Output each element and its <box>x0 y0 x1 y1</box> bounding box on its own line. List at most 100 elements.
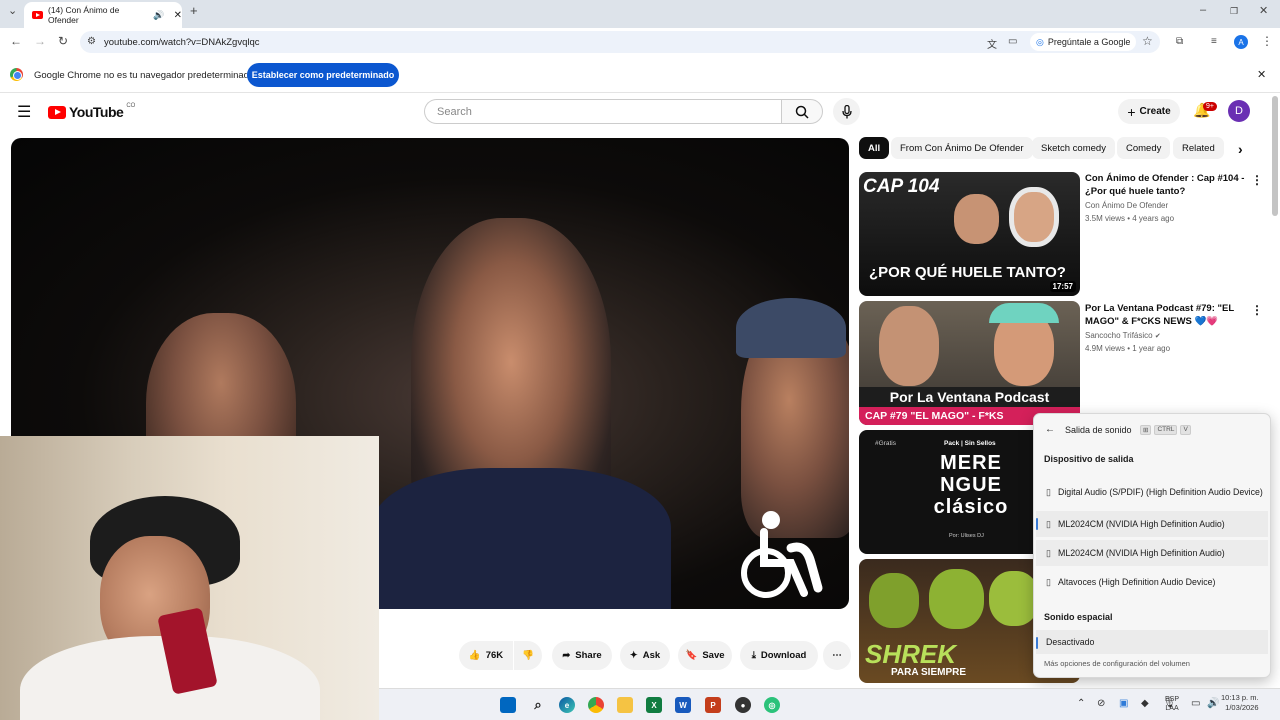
restore-icon[interactable]: ❐ <box>1230 6 1238 17</box>
obs-icon[interactable]: ● <box>735 697 751 713</box>
rec-thumb-3-tag: #Gratis <box>875 440 896 447</box>
chip-all[interactable]: All <box>859 137 890 159</box>
dislike-button[interactable]: 👎 <box>514 641 542 670</box>
chip-sketch-comedy[interactable]: Sketch comedy <box>1032 137 1115 159</box>
more-volume-settings-link[interactable]: Más opciones de configuración del volume… <box>1044 659 1190 668</box>
ask-button[interactable]: ✦ Ask <box>620 641 670 670</box>
file-explorer-icon[interactable] <box>617 697 633 713</box>
rec-title-1[interactable]: Con Ánimo de Ofender : Cap #104 - ¿Por q… <box>1085 172 1245 198</box>
start-button[interactable] <box>500 697 516 713</box>
chrome-menu-icon[interactable]: ⋮ <box>1261 34 1273 48</box>
search-button[interactable] <box>781 99 823 124</box>
tray-offline-icon[interactable]: ⊘ <box>1097 698 1105 709</box>
tab-search-icon[interactable]: ⌄ <box>8 4 17 17</box>
reload-icon[interactable]: ↻ <box>58 34 68 48</box>
word-icon[interactable]: W <box>675 697 691 713</box>
powerpoint-icon[interactable]: P <box>705 697 721 713</box>
site-info-icon[interactable]: ⚙ <box>87 36 96 47</box>
rec-thumb-2-face-a <box>879 306 939 386</box>
translate-icon[interactable]: 文 <box>987 36 997 51</box>
extensions-icon[interactable]: ⧉ <box>1176 36 1183 47</box>
minimize-icon[interactable]: – <box>1200 4 1206 16</box>
rec-thumbnail-1[interactable]: CAP 104 ¿POR QUÉ HUELE TANTO? 17:57 <box>859 172 1080 296</box>
input-language[interactable]: ESP LAA <box>1165 695 1179 713</box>
device-option-spdif[interactable]: ▯ Digital Audio (S/PDIF) (High Definitio… <box>1036 476 1268 508</box>
rec-1-more-icon[interactable]: ⋮ <box>1251 173 1263 187</box>
device-option-ml2024cm-selected[interactable]: ▯ ML2024CM (NVIDIA High Definition Audio… <box>1036 511 1268 537</box>
more-horizontal-icon: ⋯ <box>832 650 842 661</box>
browser-toolbar: ← → ↻ youtube.com/watch?v=DNAkZgvqlqc ⚙ … <box>0 28 1280 56</box>
speaker-device-icon: ▯ <box>1046 486 1051 497</box>
set-default-button[interactable]: Establecer como predeterminado <box>247 63 399 87</box>
infobar-close-icon[interactable]: ✕ <box>1257 68 1266 81</box>
network-icon[interactable]: ▭ <box>1191 698 1200 709</box>
device-option-altavoces[interactable]: ▯ Altavoces (High Definition Audio Devic… <box>1036 569 1268 595</box>
tray-overflow-chevron-icon[interactable]: ⌃ <box>1077 698 1085 709</box>
tab-strip: ⌄ (14) Con Ánimo de Ofender 🔊 ✕ + – ❐ ✕ <box>0 0 1280 28</box>
rec-thumbnail-2[interactable]: Por La Ventana Podcast CAP #79 "EL MAGO"… <box>859 301 1080 425</box>
chip-comedy[interactable]: Comedy <box>1117 137 1171 159</box>
clock-date: 1/03/2026 <box>1225 703 1259 712</box>
like-count: 76K <box>485 650 504 661</box>
ask-google-button[interactable]: ◎ Pregúntale a Google <box>1030 33 1137 51</box>
taskbar-search-icon[interactable]: ⌕ <box>530 697 546 713</box>
new-tab-icon[interactable]: + <box>190 3 198 18</box>
create-button[interactable]: + Create <box>1118 99 1180 124</box>
hamburger-menu-icon[interactable]: ☰ <box>17 102 31 122</box>
tray-app-icon-2[interactable]: ◆ <box>1141 698 1149 709</box>
browser-tab[interactable]: (14) Con Ánimo de Ofender 🔊 ✕ <box>24 2 182 28</box>
panel-back-icon[interactable]: ← <box>1045 424 1055 435</box>
speaker-icon[interactable]: 🔊 <box>153 10 164 21</box>
youtube-logo[interactable]: YouTube CO <box>48 103 135 120</box>
chatgpt-icon[interactable]: ◎ <box>764 697 780 713</box>
share-button[interactable]: ➦ Share <box>552 641 612 670</box>
profile-avatar[interactable]: A <box>1234 35 1248 49</box>
rec-title-2[interactable]: Por La Ventana Podcast #79: "EL MAGO" & … <box>1085 302 1245 328</box>
back-icon[interactable]: ← <box>10 34 22 48</box>
excel-icon[interactable]: X <box>646 697 662 713</box>
chrome-taskbar-icon[interactable] <box>588 697 604 713</box>
device-option-ml2024cm[interactable]: ▯ ML2024CM (NVIDIA High Definition Audio… <box>1036 540 1268 566</box>
save-button[interactable]: 🔖 Save <box>678 641 732 670</box>
bookmark-star-icon[interactable]: ☆ <box>1142 34 1153 48</box>
download-button[interactable]: ⤓ Download <box>740 641 818 670</box>
tab-close-icon[interactable]: ✕ <box>174 10 182 21</box>
cast-icon[interactable]: ▭ <box>1008 36 1017 47</box>
spatial-sound-off-option[interactable]: Desactivado <box>1036 630 1268 654</box>
rec-meta-2: 4.9M views • 1 year ago <box>1085 344 1171 353</box>
tray-app-icon[interactable]: ▣ <box>1119 698 1128 709</box>
microphone-icon <box>841 104 852 118</box>
window-close-icon[interactable]: ✕ <box>1259 4 1268 17</box>
rec-channel-2[interactable]: Sancocho Trifásico ✔ <box>1085 329 1161 343</box>
ctrl-key: CTRL <box>1154 425 1178 435</box>
default-browser-infobar: Google Chrome no es tu navegador predete… <box>0 57 1280 93</box>
chip-related[interactable]: Related <box>1173 137 1224 159</box>
person-center-body <box>371 468 671 609</box>
forward-icon[interactable]: → <box>34 34 46 48</box>
like-button[interactable]: 👍 76K <box>459 641 513 670</box>
rec-2-more-icon[interactable]: ⋮ <box>1251 303 1263 317</box>
rec-duration-1: 17:57 <box>1049 281 1076 292</box>
rec-thumb-2-cap <box>989 303 1059 323</box>
page-scrollbar[interactable] <box>1272 96 1278 216</box>
rec-thumb-1-bottom-text: ¿POR QUÉ HUELE TANTO? <box>869 264 1066 281</box>
rec-thumb-4-ogre-a <box>869 573 919 628</box>
clock[interactable]: 10:13 p. m. 1/03/2026 <box>1221 693 1259 713</box>
clock-time: 10:13 p. m. <box>1221 693 1259 702</box>
user-avatar[interactable]: D <box>1228 100 1250 122</box>
chip-from-channel[interactable]: From Con Ánimo De Ofender <box>891 137 1033 159</box>
panel-title: Salida de sonido <box>1065 425 1132 435</box>
edge-icon[interactable]: e <box>559 697 575 713</box>
search-icon <box>795 105 809 119</box>
rec-channel-1[interactable]: Con Ánimo De Ofender <box>1085 199 1168 212</box>
reading-list-icon[interactable]: ≡ <box>1211 36 1217 47</box>
volume-icon[interactable]: 🔊 <box>1207 698 1219 709</box>
chips-next-chevron-icon[interactable]: › <box>1238 141 1243 157</box>
voice-search-button[interactable] <box>833 98 860 125</box>
rec-thumb-1-face-b <box>1009 187 1059 247</box>
address-bar[interactable]: youtube.com/watch?v=DNAkZgvqlqc <box>80 31 1160 53</box>
verified-check-icon: ✔ <box>1154 333 1161 340</box>
youtube-logo-icon <box>48 105 66 119</box>
more-actions-button[interactable]: ⋯ <box>823 641 851 670</box>
search-input[interactable]: Search <box>424 99 781 124</box>
